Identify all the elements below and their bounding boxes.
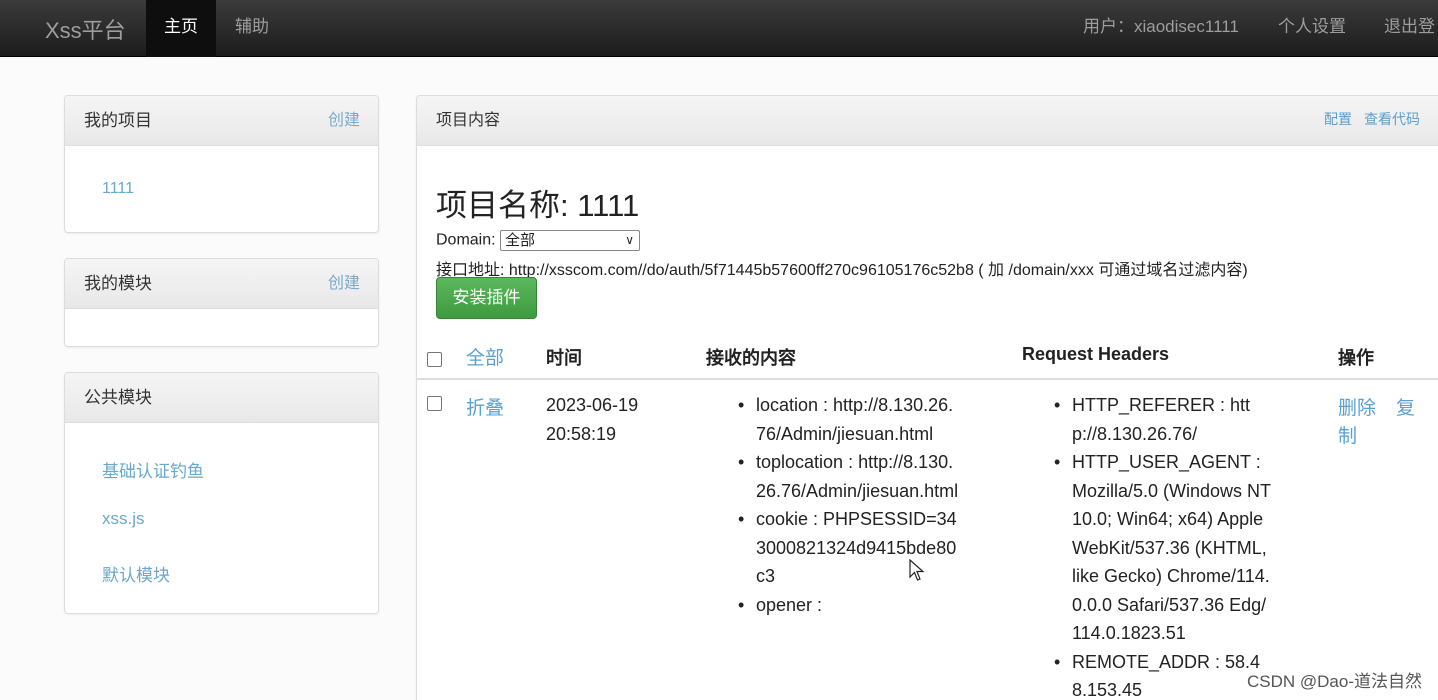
my-projects-heading: 我的项目 创建 — [65, 96, 378, 146]
view-code-link[interactable]: 查看代码 — [1364, 111, 1420, 127]
header-item-referer: HTTP_REFERER : htt p://8.130.26.76/ — [1054, 391, 1271, 448]
content-line: cookie : PHPSESSID=34 — [756, 509, 957, 529]
row-checkbox[interactable] — [427, 396, 442, 411]
domain-filter-row: Domain: 全部 ∨ — [436, 230, 641, 251]
public-modules-heading: 公共模块 — [65, 373, 378, 423]
my-projects-title: 我的项目 — [84, 111, 152, 130]
content-item-cookie: cookie : PHPSESSID=34 3000821324d9415bde… — [738, 505, 958, 591]
public-modules-panel: 公共模块 基础认证钓鱼 xss.js 默认模块 — [64, 372, 379, 614]
my-modules-title: 我的模块 — [84, 274, 152, 293]
header-line: like Gecko) Chrome/114. — [1072, 566, 1270, 586]
my-projects-panel: 我的项目 创建 1111 — [64, 95, 379, 233]
header-line: 114.0.1823.51 — [1072, 623, 1186, 643]
header-line: WebKit/537.36 (KHTML, — [1072, 537, 1267, 558]
copy-link[interactable]: 复 — [1396, 393, 1415, 420]
module-link-phishing[interactable]: 基础认证钓鱼 — [102, 457, 204, 482]
heading-links: 配置 查看代码 — [1312, 96, 1420, 142]
content-line: location : http://8.130.26. — [756, 395, 954, 415]
content-line: opener : — [756, 594, 823, 615]
content-item-location: location : http://8.130.26. 76/Admin/jie… — [738, 391, 958, 448]
my-modules-panel: 我的模块 创建 — [64, 258, 379, 347]
project-content-title: 项目内容 — [436, 112, 501, 129]
copy-link-wrap[interactable]: 制 — [1338, 421, 1357, 448]
content-item-toplocation: toplocation : http://8.130. 26.76/Admin/… — [738, 448, 959, 505]
config-link[interactable]: 配置 — [1324, 111, 1352, 127]
logout-link[interactable]: 退出登 — [1384, 0, 1435, 57]
row-time: 2023-06-19 20:58:19 — [546, 391, 638, 448]
top-navbar: Xss平台 主页 辅助 用户：xiaodisec1111 个人设置 退出登 — [0, 0, 1438, 57]
nav-home[interactable]: 主页 — [146, 0, 216, 57]
project-name-title: 项目名称: 1111 — [436, 188, 640, 223]
install-plugin-button[interactable]: 安装插件 — [436, 277, 537, 319]
content-line: 26.76/Admin/jiesuan.html — [756, 480, 959, 501]
domain-label: Domain: — [436, 231, 496, 249]
create-project-link[interactable]: 创建 — [328, 96, 360, 146]
chevron-down-icon: ∨ — [625, 233, 635, 247]
received-content-list: location : http://8.130.26. 76/Admin/jie… — [738, 391, 959, 620]
my-modules-heading: 我的模块 创建 — [65, 259, 378, 309]
expand-all-link[interactable]: 全部 — [466, 343, 504, 370]
public-modules-title: 公共模块 — [84, 388, 152, 407]
th-content: 接收的内容 — [706, 348, 796, 368]
header-line: 10.0; Win64; x64) Apple — [1072, 509, 1264, 529]
content-line: 3000821324d9415bde80 — [756, 537, 957, 558]
settings-link[interactable]: 个人设置 — [1278, 0, 1346, 57]
mouse-cursor-icon — [909, 559, 925, 581]
api-address: 接口地址: http://xsscom.com//do/auth/5f71445… — [436, 262, 1248, 279]
project-content-heading: 项目内容 配置 查看代码 — [417, 96, 1438, 146]
header-line: 0.0.0 Safari/537.36 Edg/ — [1072, 594, 1267, 615]
module-link-default[interactable]: 默认模块 — [102, 561, 170, 586]
watermark-text: CSDN @Dao-道法自然 — [1247, 672, 1422, 691]
header-line: REMOTE_ADDR : 58.4 — [1072, 651, 1261, 672]
th-request-headers: Request Headers — [1022, 344, 1170, 364]
content-line: c3 — [756, 566, 776, 586]
create-module-link[interactable]: 创建 — [328, 259, 360, 309]
delete-link[interactable]: 删除 — [1338, 393, 1376, 420]
table-header-divider — [417, 378, 1438, 380]
row-clock: 20:58:19 — [546, 423, 617, 444]
header-line: Mozilla/5.0 (Windows NT — [1072, 480, 1272, 501]
header-line: 8.153.45 — [1072, 680, 1143, 700]
domain-select[interactable]: 全部 ∨ — [500, 230, 641, 251]
header-item-remote-addr: REMOTE_ADDR : 58.4 8.153.45 — [1054, 648, 1271, 700]
header-item-user-agent: HTTP_USER_AGENT : Mozilla/5.0 (Windows N… — [1054, 448, 1272, 648]
brand-logo[interactable]: Xss平台 — [45, 13, 126, 45]
content-line: toplocation : http://8.130. — [756, 452, 954, 472]
header-line: p://8.130.26.76/ — [1072, 423, 1198, 444]
header-line: HTTP_USER_AGENT : — [1072, 452, 1261, 472]
select-all-checkbox[interactable] — [427, 352, 442, 367]
content-line: 76/Admin/jiesuan.html — [756, 423, 934, 444]
user-label: 用户：xiaodisec1111 — [1083, 17, 1239, 36]
collapse-link[interactable]: 折叠 — [466, 393, 504, 420]
domain-select-value: 全部 — [505, 232, 536, 249]
request-headers-list: HTTP_REFERER : htt p://8.130.26.76/ HTTP… — [1054, 391, 1272, 700]
nav-assist[interactable]: 辅助 — [217, 0, 287, 57]
module-link-xss-js[interactable]: xss.js — [102, 509, 145, 529]
th-actions: 操作 — [1338, 348, 1374, 368]
th-time: 时间 — [546, 348, 582, 368]
content-item-opener: opener : — [738, 591, 958, 620]
row-date: 2023-06-19 — [546, 395, 639, 415]
header-line: HTTP_REFERER : htt — [1072, 395, 1251, 415]
project-link-1111[interactable]: 1111 — [102, 180, 134, 198]
